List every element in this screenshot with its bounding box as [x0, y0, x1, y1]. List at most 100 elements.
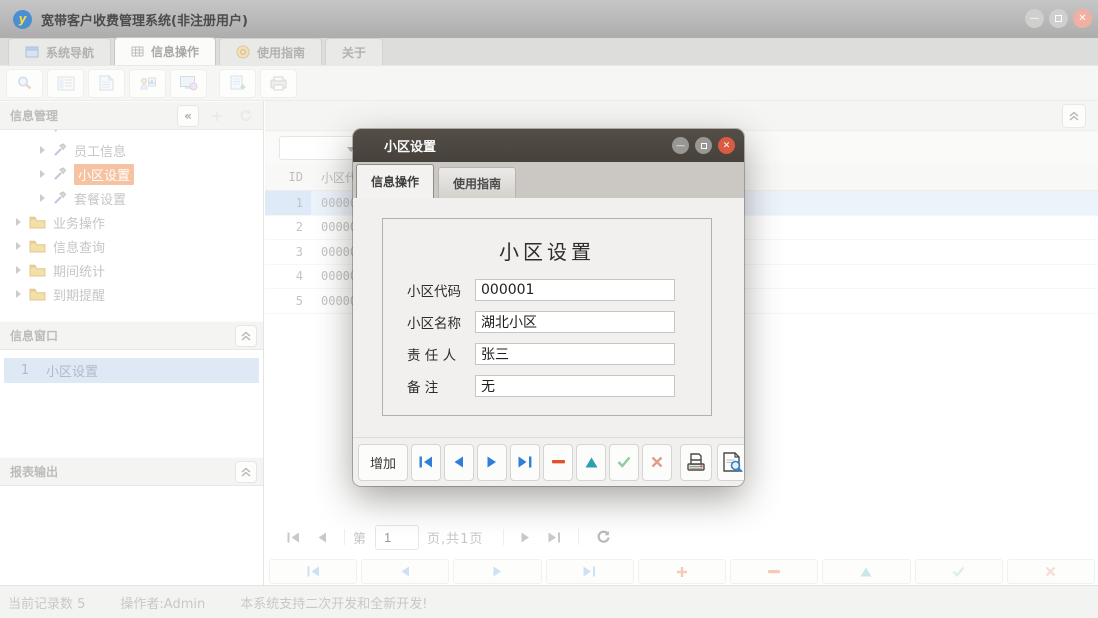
first-record-button[interactable]	[411, 444, 441, 481]
community-icon	[179, 75, 198, 91]
tree-item-label: 业务操作	[53, 213, 105, 232]
record-edit-button[interactable]	[822, 559, 910, 584]
expand-arrow-icon[interactable]	[40, 194, 45, 202]
confirm-button[interactable]	[609, 444, 639, 481]
dialog-tab-info-operation[interactable]: 信息操作	[356, 164, 434, 198]
tree-item-period-stats[interactable]: 期间统计	[0, 258, 263, 282]
page-number-input[interactable]	[375, 525, 419, 550]
tab-user-guide[interactable]: 使用指南	[219, 38, 322, 65]
dialog-maximize-button[interactable]	[695, 137, 712, 154]
edit-record-button[interactable]	[576, 444, 606, 481]
x-icon	[1045, 566, 1056, 577]
page-label-prefix: 第	[353, 528, 367, 547]
form-groupbox: 小区设置 小区代码 小区名称 责 任 人 备 注	[382, 218, 712, 416]
pagination-bar: 第 页,共1页	[265, 521, 1098, 553]
tree-item-expiry-reminder[interactable]: 到期提醒	[0, 282, 263, 306]
column-header-id[interactable]: ID	[265, 170, 311, 184]
record-next-button[interactable]	[453, 559, 541, 584]
dialog-minimize-button[interactable]: —	[672, 137, 689, 154]
refresh-tree-button[interactable]	[235, 105, 257, 127]
record-first-button[interactable]	[269, 559, 357, 584]
print-preview-button[interactable]	[717, 444, 744, 481]
print-button[interactable]	[680, 444, 712, 481]
expand-arrow-icon[interactable]	[40, 146, 45, 154]
maximize-button[interactable]	[1049, 9, 1068, 28]
search-button[interactable]	[6, 69, 43, 98]
filter-combobox[interactable]	[279, 136, 361, 160]
expand-arrow-icon[interactable]	[16, 218, 21, 226]
section-header-buttons: « +	[177, 105, 257, 127]
form-view-button[interactable]	[47, 69, 84, 98]
employee-button[interactable]	[129, 69, 166, 98]
expand-arrow-icon[interactable]	[16, 242, 21, 250]
page-refresh-button[interactable]	[596, 530, 611, 544]
add-button[interactable]: 增加	[358, 444, 408, 481]
divider	[503, 529, 504, 545]
info-window-item[interactable]: 1 小区设置	[4, 358, 259, 383]
last-record-button[interactable]	[510, 444, 540, 481]
tree-item-employee-info[interactable]: 员工信息	[0, 138, 263, 162]
printer-icon	[685, 452, 707, 472]
tree-item-business-ops[interactable]: 业务操作	[0, 210, 263, 234]
section-header-info-mgmt: 信息管理 « +	[0, 101, 263, 130]
minimize-button[interactable]: —	[1025, 9, 1044, 28]
tree-item-package-settings[interactable]: 套餐设置	[0, 186, 263, 210]
dialog-tab-user-guide[interactable]: 使用指南	[438, 167, 516, 198]
community-settings-dialog: 小区设置 — ✕ 信息操作 使用指南 小区设置 小区代码 小区名称 责 任 人	[353, 129, 744, 486]
document-icon	[99, 75, 114, 91]
dialog-title-bar[interactable]: 小区设置 — ✕	[353, 129, 744, 162]
record-add-button[interactable]	[638, 559, 726, 584]
record-delete-button[interactable]	[730, 559, 818, 584]
collapse-panel-button[interactable]	[1062, 104, 1086, 128]
cancel-button[interactable]	[642, 444, 672, 481]
collapse-section-button[interactable]	[235, 325, 257, 347]
delete-record-button[interactable]	[543, 444, 573, 481]
tab-label: 使用指南	[453, 175, 501, 192]
add-node-button[interactable]: +	[206, 105, 228, 127]
community-code-input[interactable]	[475, 279, 675, 301]
chevron-double-up-icon	[240, 466, 252, 478]
record-prev-button[interactable]	[361, 559, 449, 584]
responsible-person-input[interactable]	[475, 343, 675, 365]
record-cancel-button[interactable]	[1007, 559, 1095, 584]
record-last-button[interactable]	[546, 559, 634, 584]
dialog-toolbar: 增加	[353, 437, 744, 486]
page-next-button[interactable]	[521, 532, 530, 543]
section-header-report-output: 报表输出	[0, 457, 263, 486]
main-title-bar: y 宽带客户收费管理系统(非注册用户) — ✕	[0, 0, 1098, 38]
nav-first-icon	[419, 456, 433, 468]
expand-arrow-icon[interactable]	[16, 266, 21, 274]
page-first-button[interactable]	[287, 532, 300, 543]
tree-item-clipped[interactable]	[0, 130, 263, 138]
collapse-section-button[interactable]	[235, 461, 257, 483]
field-label-name: 小区名称	[407, 312, 475, 332]
folder-icon	[29, 263, 46, 277]
close-button[interactable]: ✕	[1073, 9, 1092, 28]
tree-item-label: 期间统计	[53, 261, 105, 280]
form-icon	[57, 76, 75, 91]
community-button[interactable]	[170, 69, 207, 98]
report-output-area	[0, 486, 263, 592]
tree-item-community-settings[interactable]: 小区设置	[0, 162, 263, 186]
expand-arrow-icon[interactable]	[16, 290, 21, 298]
add-record-button[interactable]	[219, 69, 256, 98]
tab-system-nav[interactable]: 系统导航	[8, 38, 111, 65]
form-row-code: 小区代码	[407, 279, 675, 301]
remark-input[interactable]	[475, 375, 675, 397]
document-button[interactable]	[88, 69, 125, 98]
next-record-button[interactable]	[477, 444, 507, 481]
main-tab-strip: 系统导航 信息操作 使用指南 关于	[0, 38, 1098, 66]
dialog-close-button[interactable]: ✕	[718, 137, 735, 154]
record-confirm-button[interactable]	[915, 559, 1003, 584]
page-prev-button[interactable]	[318, 532, 327, 543]
expand-arrow-icon[interactable]	[40, 170, 45, 178]
tab-about[interactable]: 关于	[325, 38, 383, 65]
page-last-button[interactable]	[548, 532, 561, 543]
tree-item-info-query[interactable]: 信息查询	[0, 234, 263, 258]
printer-button[interactable]	[260, 69, 297, 98]
community-name-input[interactable]	[475, 311, 675, 333]
nav-last-icon	[548, 532, 561, 543]
prev-record-button[interactable]	[444, 444, 474, 481]
collapse-sidebar-button[interactable]: «	[177, 105, 199, 127]
tab-info-operation[interactable]: 信息操作	[114, 37, 216, 65]
